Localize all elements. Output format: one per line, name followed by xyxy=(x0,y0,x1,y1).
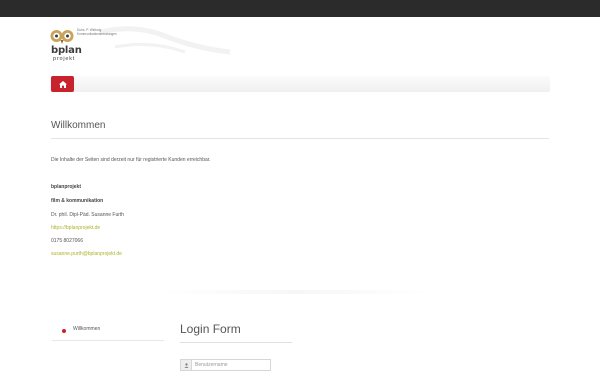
intro-text: Die Inhalte der Seiten sind derzeit nur … xyxy=(51,157,211,163)
user-icon xyxy=(181,360,192,370)
title-divider xyxy=(51,138,549,139)
login-title-divider xyxy=(180,342,292,343)
section-separator xyxy=(160,290,430,294)
logo-wordmark: bplan xyxy=(51,45,82,56)
contact-division: film & kommunikation xyxy=(51,198,104,204)
contact-company: bplanprojekt xyxy=(51,184,82,190)
contact-person: Dr. phil. Dipl-Päd. Susanne Furth xyxy=(51,212,125,218)
top-bar xyxy=(0,0,600,17)
contact-phone: 0175 8027066 xyxy=(51,238,83,244)
contact-website-link[interactable]: https://bplanprojekt.de xyxy=(51,225,100,231)
page-title: Willkommen xyxy=(51,120,106,131)
username-input[interactable] xyxy=(195,361,269,369)
username-field xyxy=(180,359,271,371)
logo-subword: projekt xyxy=(53,56,76,62)
login-form-title: Login Form xyxy=(180,322,241,336)
faded-logo-watermark xyxy=(99,26,231,55)
home-icon xyxy=(58,80,67,88)
sidebar-item-willkommen[interactable]: Willkommen xyxy=(52,321,164,341)
contact-email-link[interactable]: susanne.purth@bplanprojekt.de xyxy=(51,251,122,257)
bullet-icon xyxy=(62,329,66,333)
main-navbar xyxy=(50,76,550,92)
home-button[interactable] xyxy=(51,76,74,92)
sidebar-item-label: Willkommen xyxy=(73,326,101,332)
